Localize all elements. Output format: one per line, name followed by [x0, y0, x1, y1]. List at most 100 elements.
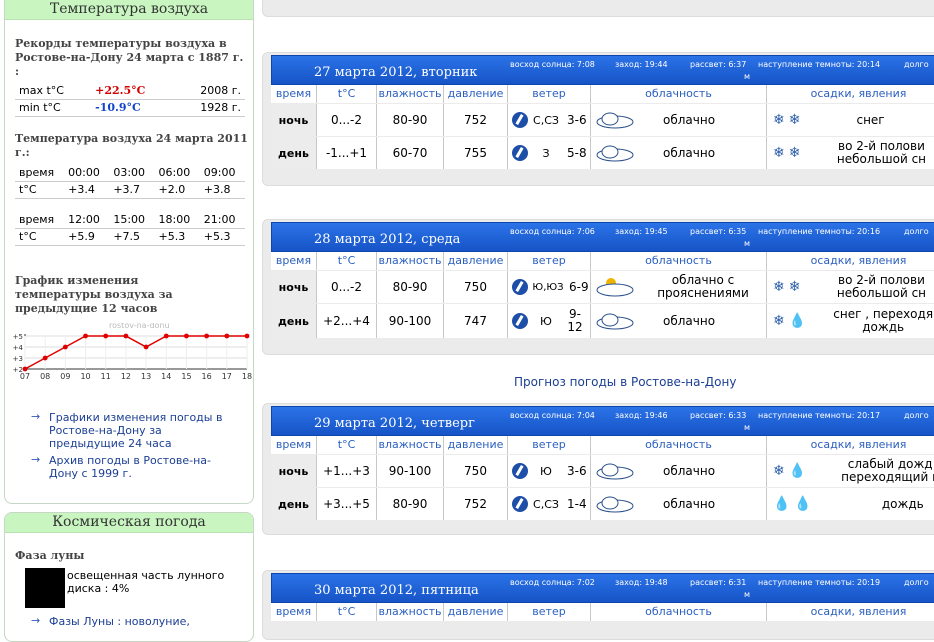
arrow-icon: →	[31, 453, 41, 466]
table-row: ночь +1...+3 90-100 750 Ю 3-6 облачно ❄💧 с…	[271, 455, 934, 487]
record-year: 1928 г.	[174, 99, 245, 117]
table-row: время 12:00 15:00 18:00 21:00	[15, 211, 245, 229]
precipitation: ❄💧 снег , переходя дождь	[767, 304, 934, 338]
time-of-day: день	[271, 304, 317, 338]
temp-cell: +3.8	[199, 181, 245, 199]
day-header: 27 марта 2012, вторник восход солнца: 7:…	[271, 55, 934, 85]
temp-cell: +5.9	[64, 228, 110, 246]
moon-phases-link[interactable]: Фазы Луны : новолуние,	[49, 615, 239, 628]
pressure: 750	[444, 271, 508, 303]
wind-speed: 5-8	[567, 145, 587, 160]
wind: Ю,ЮЗ 6-9	[508, 271, 591, 303]
cloud-moon-icon	[596, 278, 634, 297]
col-precip: осадки, явления	[767, 252, 934, 270]
time-of-day: день	[271, 137, 317, 169]
pressure: 747	[444, 304, 508, 338]
day-forecast-2: 28 марта 2012, среда восход солнца: 7:06…	[262, 219, 934, 355]
y-tick-label: +4	[13, 344, 24, 352]
precipitation: 💧💧 дождь	[767, 488, 934, 520]
record-min-value: -10.9°C	[91, 99, 175, 117]
temp-cell: +2.0	[154, 181, 200, 199]
record-label: max t°C	[15, 82, 92, 100]
record-year: 2008 г.	[174, 82, 245, 100]
data-point	[22, 366, 28, 372]
precipitation: ❄❄ во 2-й полови небольшой сн	[767, 137, 934, 169]
precipitation: ❄❄ снег	[767, 104, 934, 136]
chart-heading: График изменения температуры воздуха за …	[15, 274, 173, 315]
wind-speed: 3-6	[567, 463, 587, 478]
forecast-link[interactable]: Прогноз погоды в Ростове-на-Дону	[514, 375, 736, 389]
col-wind: ветер	[508, 85, 591, 103]
archive-link[interactable]: Архив погоды в Ростове-на-Дону с 1999 г.	[49, 454, 234, 480]
wind: С,СЗ 3-6	[508, 104, 591, 136]
dawn: рассвет: 6:33	[690, 411, 747, 420]
sidebar: Температура воздуха Рекорды температуры …	[4, 0, 254, 642]
sunrise: восход солнца: 7:08	[510, 60, 595, 69]
cloud-text: облачно	[663, 112, 716, 127]
precip-text: снег , переходя дождь	[833, 308, 934, 334]
day-header: 29 марта 2012, четверг восход солнца: 7:…	[271, 406, 934, 436]
precip-text: слабый дожд переходящий в	[841, 458, 934, 484]
record-label: min t°C	[15, 99, 92, 117]
y-tick-label: +3	[13, 355, 23, 363]
temp-cell: +3.4	[64, 181, 110, 199]
arrow-icon: →	[31, 410, 41, 423]
precip-text: во 2-й полови небольшой сн	[836, 140, 927, 166]
wind-speed: 3-6	[567, 112, 587, 127]
day-date: 27 марта 2012, вторник	[314, 65, 478, 80]
dawn-unit: м	[744, 423, 751, 432]
dawn: рассвет: 6:35	[690, 227, 747, 236]
sunset: заход: 19:44	[615, 60, 668, 69]
time-cell: 06:00	[154, 164, 200, 182]
darkness: наступление темноты: 20:19	[758, 578, 881, 587]
dawn: рассвет: 6:31	[690, 578, 747, 587]
precipitation: ❄💧 слабый дожд переходящий в	[767, 455, 934, 487]
col-humidity: влажность	[377, 603, 444, 621]
cloud-text: облачно	[663, 313, 716, 328]
col-time: время	[271, 436, 317, 454]
col-cloud: облачность	[591, 603, 767, 621]
pressure: 752	[444, 488, 508, 520]
records-table: max t°C +22.5°C 2008 г. min t°C -10.9°C …	[15, 82, 245, 117]
time-cell: 00:00	[64, 164, 110, 182]
snow-icon: ❄❄	[773, 278, 805, 295]
wind-dir: С,СЗ	[533, 497, 559, 511]
time-cell: 09:00	[199, 164, 245, 182]
row-label: t°C	[15, 181, 65, 199]
col-precip: осадки, явления	[767, 436, 934, 454]
cloudiness: облачно с прояснениями	[591, 271, 767, 303]
x-tick-label: 14	[161, 372, 171, 381]
data-point	[123, 333, 129, 339]
col-time: время	[271, 252, 317, 270]
cloud-icon	[596, 112, 634, 129]
temp-cell: +5.3	[154, 228, 200, 246]
precip-text: дождь	[881, 496, 924, 511]
history-24h-link[interactable]: Графики изменения погоды в Ростове-на-До…	[49, 411, 234, 450]
wind-dir: С,СЗ	[533, 113, 559, 127]
wind-dir: Ю	[540, 464, 552, 478]
humidity: 90-100	[377, 455, 444, 487]
snow-rain-icon: ❄💧	[773, 462, 811, 479]
cloud-text: облачно	[663, 145, 716, 160]
day-forecast-1: 27 марта 2012, вторник восход солнца: 7:…	[262, 52, 934, 186]
column-headers: время t°C влажность давление ветер облач…	[271, 603, 934, 621]
col-wind: ветер	[508, 436, 591, 454]
table-row: t°C +5.9 +7.5 +5.3 +5.3	[15, 228, 245, 246]
table-row: t°C +3.4 +3.7 +2.0 +3.8	[15, 181, 245, 199]
col-pressure: давление	[444, 252, 508, 270]
col-pressure: давление	[444, 436, 508, 454]
temperature: -1...+1	[317, 137, 377, 169]
time-cell: 03:00	[109, 164, 155, 182]
forecast-main: 27 марта 2012, вторник восход солнца: 7:…	[262, 0, 934, 640]
time-of-day: день	[271, 488, 317, 520]
cloud-icon	[596, 313, 634, 330]
y-tick-label: +5	[13, 333, 23, 341]
data-point	[42, 355, 48, 361]
wind-dir: Ю	[540, 314, 552, 328]
time-cell: 21:00	[199, 211, 245, 229]
pressure: 752	[444, 104, 508, 136]
x-tick-label: 15	[181, 372, 191, 381]
snow-icon: ❄❄	[773, 144, 805, 161]
rain-icon: 💧💧	[773, 495, 816, 512]
table-row: max t°C +22.5°C 2008 г.	[15, 82, 245, 100]
